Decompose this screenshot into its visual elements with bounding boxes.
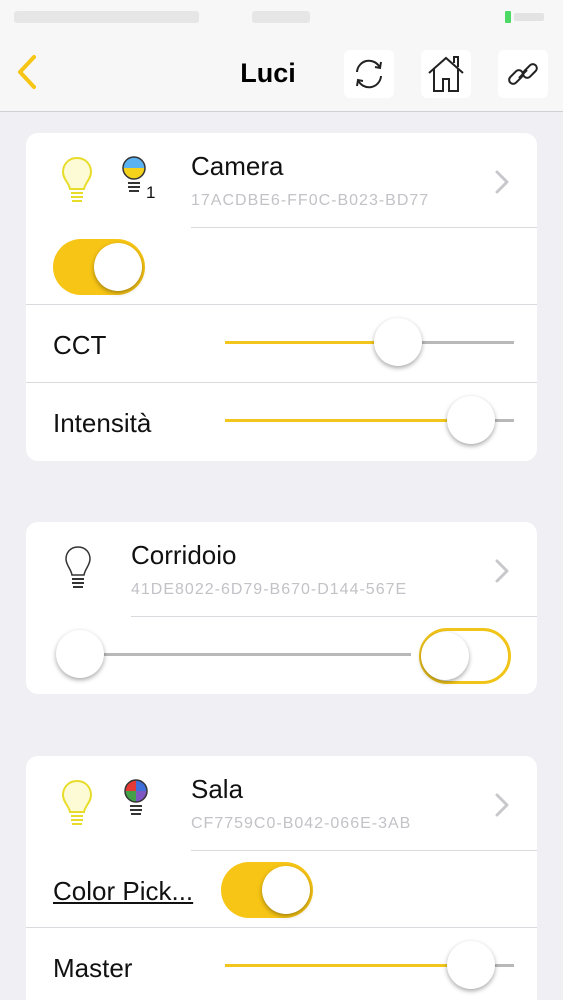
separator	[191, 227, 537, 228]
device-card-camera: 1 Camera 17ACDBE6-FF0C-B023-BD77 CCT Int…	[26, 133, 537, 461]
bulb-count-badge: 1	[146, 183, 156, 202]
cct-label: CCT	[53, 330, 107, 360]
refresh-icon	[356, 59, 382, 89]
master-slider[interactable]	[225, 939, 514, 991]
separator	[26, 382, 537, 383]
device-id: CF7759C0-B042-066E-3AB	[191, 815, 412, 832]
refresh-button[interactable]	[344, 50, 394, 98]
home-button[interactable]	[421, 50, 471, 98]
slider-thumb[interactable]	[56, 630, 104, 678]
chevron-right-icon[interactable]	[494, 169, 510, 195]
color-picker-toggle[interactable]	[221, 862, 313, 918]
chevron-left-icon	[18, 55, 36, 89]
light-bulb-icon	[61, 779, 93, 825]
device-card-corridoio: Corridoio 41DE8022-6D79-B670-D144-567E	[26, 522, 537, 694]
navigation-bar: Luci	[0, 34, 563, 112]
device-name: Sala	[191, 774, 244, 804]
device-id: 17ACDBE6-FF0C-B023-BD77	[191, 192, 430, 209]
separator	[191, 850, 537, 851]
status-carrier-blur	[14, 11, 199, 23]
separator	[131, 616, 537, 617]
rgb-bulb-icon	[124, 779, 148, 815]
slider-thumb[interactable]	[374, 318, 423, 366]
slider-thumb[interactable]	[446, 941, 495, 989]
status-bar	[0, 0, 563, 34]
chevron-right-icon[interactable]	[494, 558, 510, 584]
color-picker-link[interactable]: Color Pick...	[53, 876, 193, 907]
back-button[interactable]	[10, 52, 44, 92]
brightness-slider[interactable]	[56, 628, 411, 680]
device-card-sala: Sala CF7759C0-B042-066E-3AB Color Pick..…	[26, 756, 537, 1000]
power-toggle[interactable]	[419, 628, 511, 684]
home-icon	[428, 56, 464, 92]
light-bulb-icon	[65, 546, 91, 588]
separator	[26, 304, 537, 305]
device-id: 41DE8022-6D79-B670-D144-567E	[131, 581, 408, 598]
battery-icon	[505, 10, 545, 24]
intensity-slider[interactable]	[225, 394, 514, 446]
separator	[26, 927, 537, 928]
page-title: Luci	[240, 58, 296, 88]
status-time-blur	[252, 11, 310, 23]
master-label: Master	[53, 953, 133, 983]
cct-slider[interactable]	[225, 316, 514, 368]
intensity-label: Intensità	[53, 408, 152, 438]
chevron-right-icon[interactable]	[494, 792, 510, 818]
link-button[interactable]	[498, 50, 548, 98]
link-icon	[508, 63, 538, 85]
slider-thumb[interactable]	[446, 396, 495, 444]
power-toggle[interactable]	[53, 239, 145, 295]
device-name: Corridoio	[131, 540, 237, 570]
device-name: Camera	[191, 151, 284, 181]
light-bulb-icon	[61, 156, 93, 202]
